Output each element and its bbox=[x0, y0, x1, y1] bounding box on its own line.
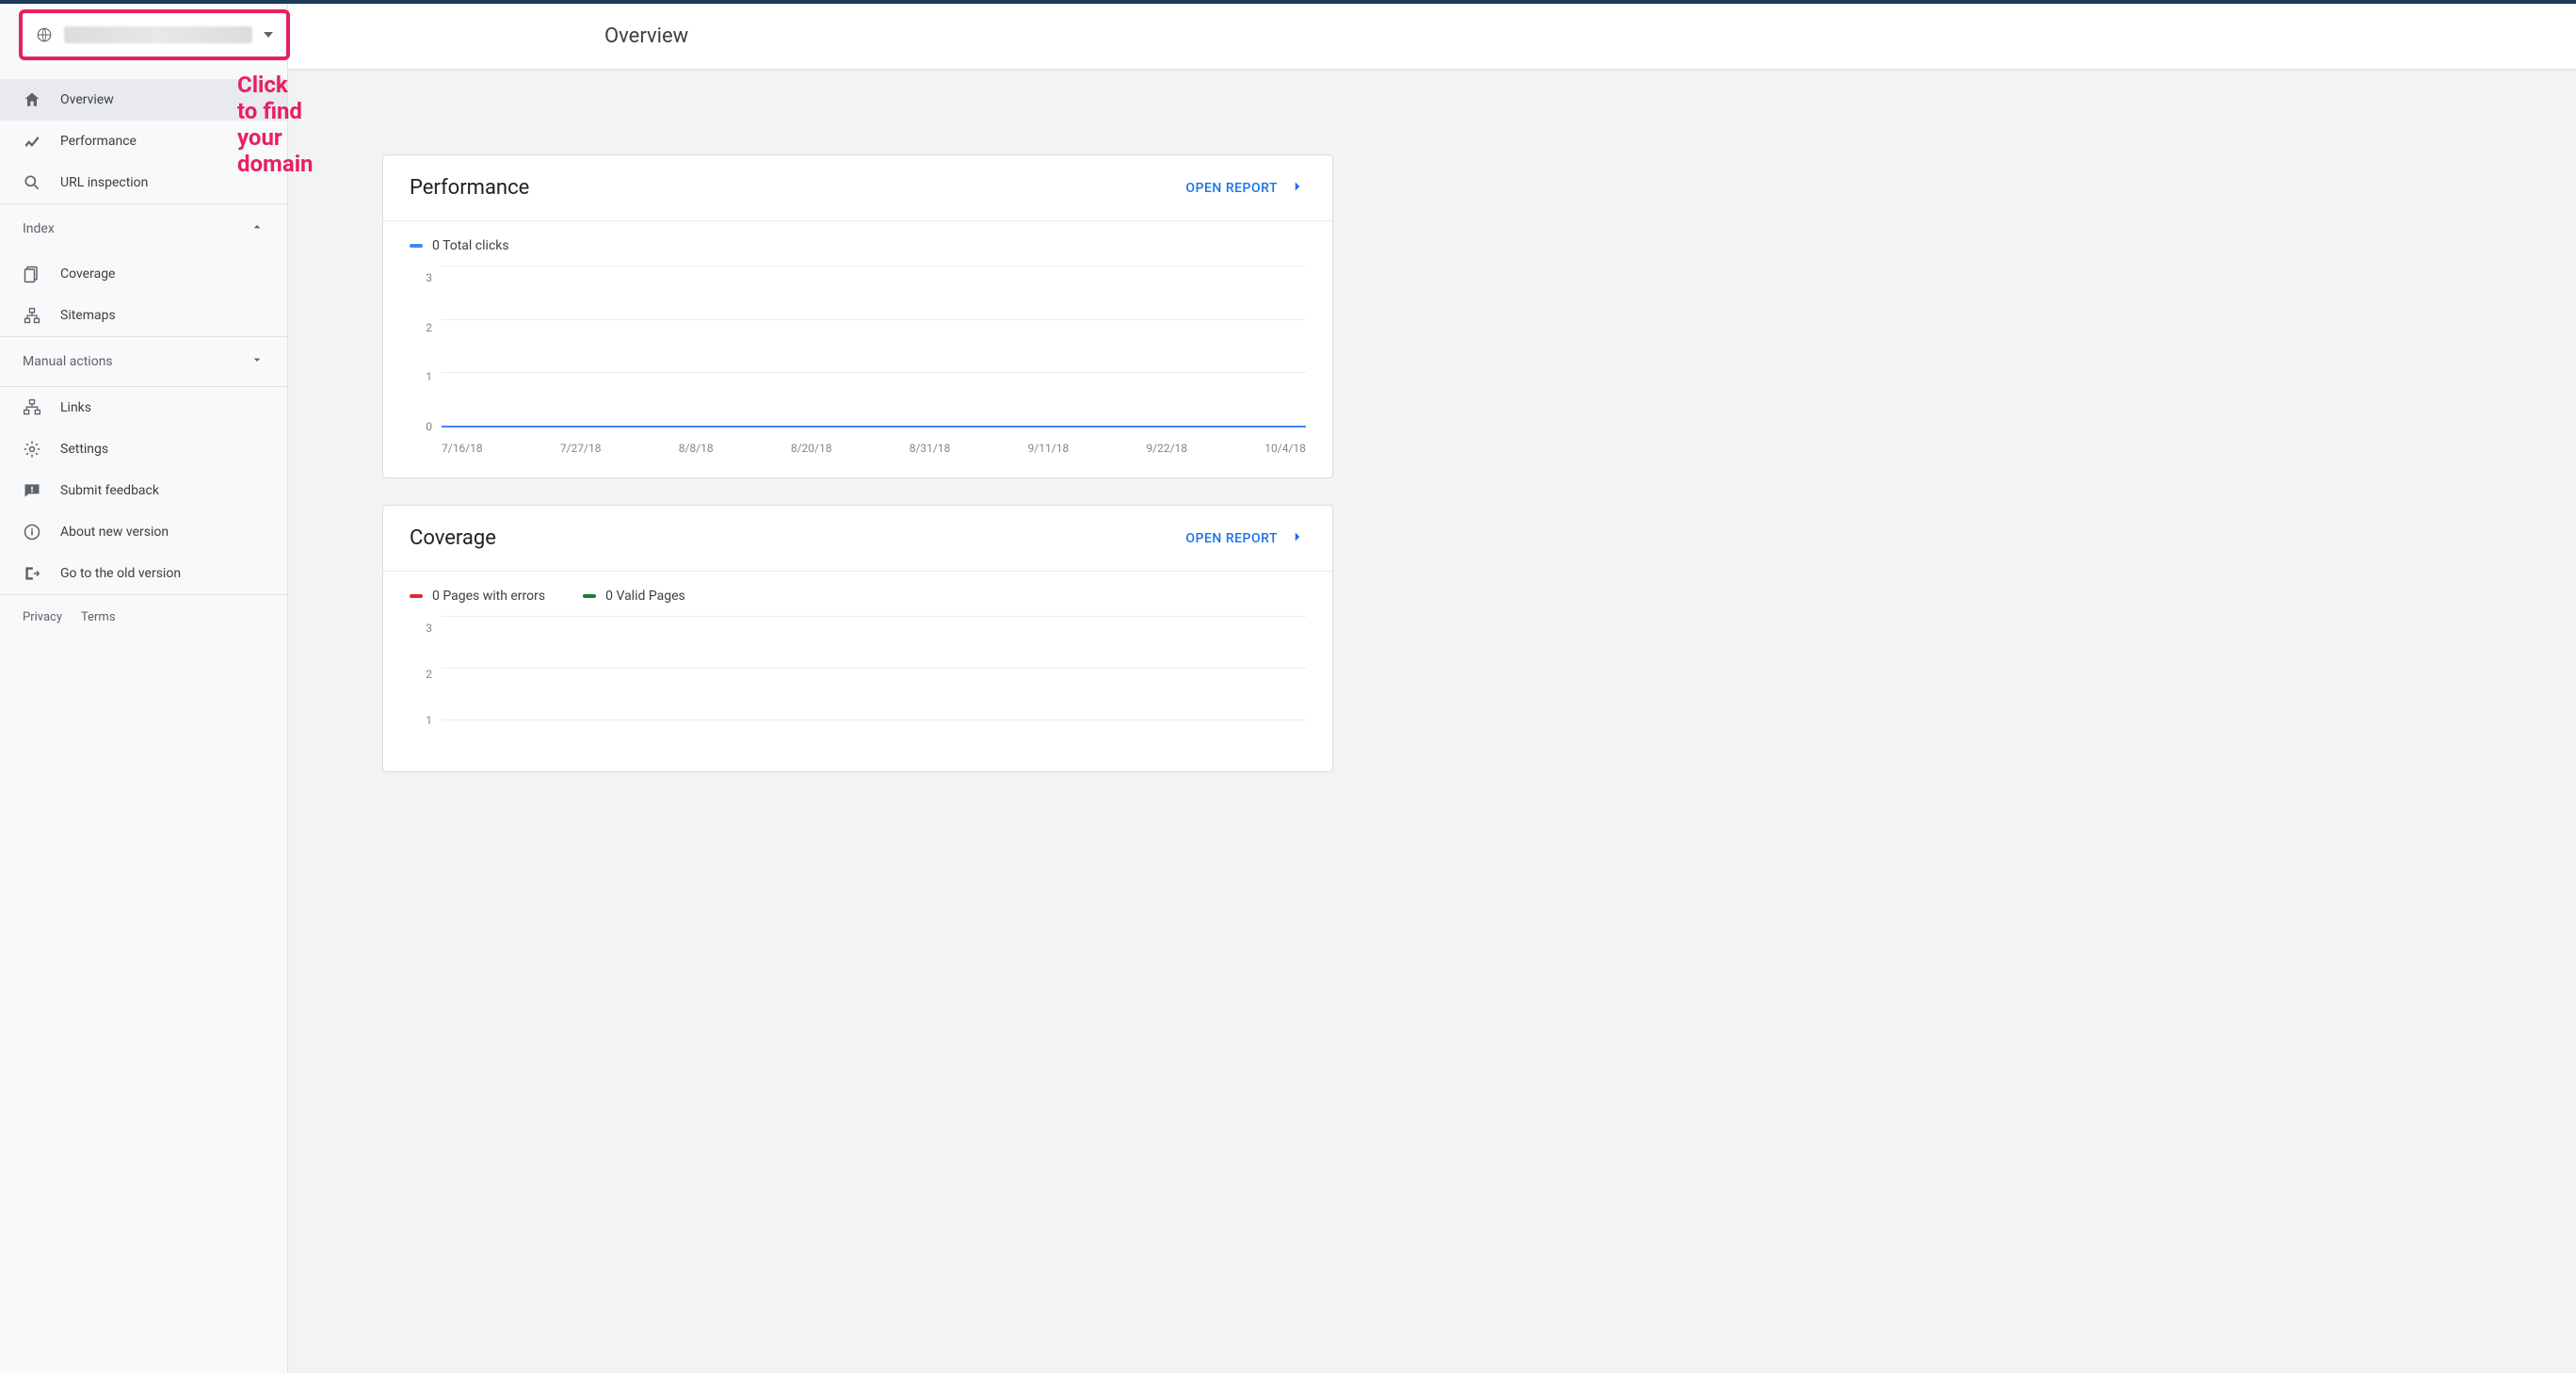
search-icon bbox=[23, 173, 41, 192]
gear-icon bbox=[23, 440, 41, 459]
sidebar-item-sitemaps[interactable]: Sitemaps bbox=[0, 295, 287, 336]
open-report-label: OPEN REPORT bbox=[1185, 181, 1278, 196]
card-title: Performance bbox=[410, 176, 529, 200]
legend-item: 0 Valid Pages bbox=[583, 589, 685, 604]
legend-label: 0 Pages with errors bbox=[432, 589, 545, 604]
property-label-redacted bbox=[64, 26, 252, 43]
sidebar-item-submit-feedback[interactable]: Submit feedback bbox=[0, 470, 287, 511]
sidebar-item-label: Sitemaps bbox=[60, 308, 116, 323]
links-icon bbox=[23, 398, 41, 417]
property-selector[interactable] bbox=[19, 9, 290, 60]
sidebar-item-about-new-version[interactable]: About new version bbox=[0, 511, 287, 553]
open-report-label: OPEN REPORT bbox=[1185, 531, 1278, 546]
legend-swatch bbox=[583, 594, 596, 598]
sidebar-item-label: About new version bbox=[60, 525, 169, 540]
trend-icon bbox=[23, 132, 41, 151]
sidebar-item-label: Links bbox=[60, 400, 91, 415]
legend-swatch bbox=[410, 244, 423, 248]
sidebar-item-coverage[interactable]: Coverage bbox=[0, 253, 287, 295]
exit-icon bbox=[23, 564, 41, 583]
page-title: Overview bbox=[604, 24, 688, 48]
chevron-up-icon bbox=[250, 219, 265, 238]
chevron-right-icon bbox=[1289, 178, 1306, 199]
pages-icon bbox=[23, 265, 41, 283]
sidebar-item-links[interactable]: Links bbox=[0, 387, 287, 428]
chevron-down-icon bbox=[250, 352, 265, 371]
feedback-icon bbox=[23, 481, 41, 500]
legend-swatch bbox=[410, 594, 423, 598]
chevron-right-icon bbox=[1289, 528, 1306, 549]
sidebar-item-label: Performance bbox=[60, 134, 137, 149]
open-report-link[interactable]: OPEN REPORT bbox=[1185, 178, 1306, 199]
caret-down-icon bbox=[264, 32, 273, 38]
legend-label: 0 Total clicks bbox=[432, 238, 509, 253]
open-report-link[interactable]: OPEN REPORT bbox=[1185, 528, 1306, 549]
terms-link[interactable]: Terms bbox=[81, 610, 116, 624]
globe-icon bbox=[36, 26, 53, 43]
sidebar-section-manual-actions[interactable]: Manual actions bbox=[0, 336, 287, 386]
sidebar-item-label: Overview bbox=[60, 92, 114, 107]
sidebar-item-label: Go to the old version bbox=[60, 566, 181, 581]
card-title: Coverage bbox=[410, 526, 496, 550]
tree-icon bbox=[23, 306, 41, 325]
chart-legend: 0 Total clicks bbox=[410, 238, 1306, 253]
sidebar-item-label: Settings bbox=[60, 442, 108, 457]
legend-item: 0 Total clicks bbox=[410, 238, 509, 253]
info-icon bbox=[23, 523, 41, 541]
sidebar-section-label: Index bbox=[23, 221, 231, 236]
performance-chart: 0123 7/16/187/27/188/8/188/20/188/31/189… bbox=[410, 267, 1306, 455]
coverage-chart: 123 bbox=[410, 617, 1306, 749]
sidebar-section-index[interactable]: Index bbox=[0, 203, 287, 253]
coverage-card: Coverage OPEN REPORT 0 Pages with errors bbox=[382, 505, 1333, 772]
privacy-link[interactable]: Privacy bbox=[23, 610, 62, 624]
sidebar-item-label: URL inspection bbox=[60, 175, 148, 190]
page-header: Overview bbox=[288, 4, 2576, 70]
annotation-hint: Click to find your domain bbox=[237, 72, 314, 177]
sidebar-item-settings[interactable]: Settings bbox=[0, 428, 287, 470]
sidebar-item-label: Submit feedback bbox=[60, 483, 159, 498]
performance-card: Performance OPEN REPORT 0 Total clicks bbox=[382, 154, 1333, 478]
legend-label: 0 Valid Pages bbox=[605, 589, 685, 604]
chart-legend: 0 Pages with errors 0 Valid Pages bbox=[410, 589, 1306, 604]
home-icon bbox=[23, 90, 41, 109]
sidebar-section-label: Manual actions bbox=[23, 354, 231, 369]
legend-item: 0 Pages with errors bbox=[410, 589, 545, 604]
sidebar-item-label: Coverage bbox=[60, 267, 115, 282]
sidebar-item-go-to-old-version[interactable]: Go to the old version bbox=[0, 553, 287, 594]
